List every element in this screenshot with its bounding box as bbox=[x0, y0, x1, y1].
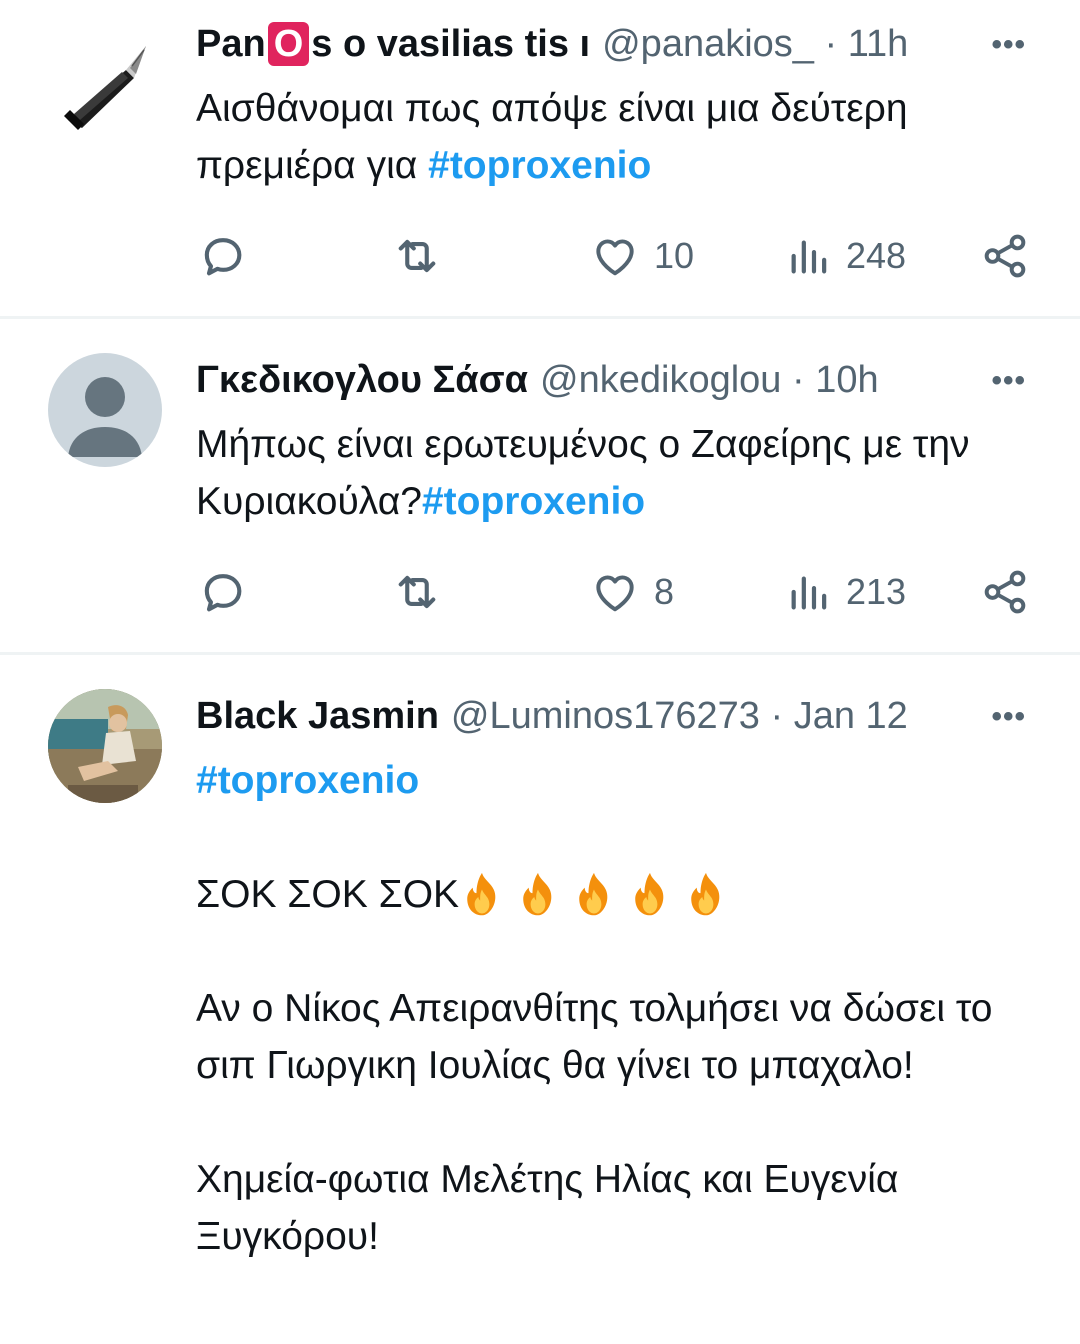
more-options-icon[interactable]: ••• bbox=[991, 28, 1026, 62]
o-badge: O bbox=[267, 22, 310, 66]
heart-icon bbox=[596, 575, 634, 612]
like-count: 10 bbox=[654, 235, 695, 276]
share-button[interactable] bbox=[980, 562, 1030, 622]
hashtag-link[interactable]: #toproxenio bbox=[428, 144, 651, 187]
reply-button[interactable] bbox=[196, 562, 262, 622]
views-button[interactable]: 248 bbox=[786, 226, 906, 286]
more-options-icon[interactable]: ••• bbox=[991, 700, 1026, 734]
default-user-icon bbox=[68, 377, 142, 457]
heart-icon bbox=[596, 239, 634, 276]
paragraph-2: Χημεία-φωτια Μελέτης Ηλίας και Ευγενία Ξ… bbox=[196, 1158, 899, 1258]
hashtag-link[interactable]: #toproxenio bbox=[422, 480, 645, 523]
shock-line: ΣΟΚ ΣΟΚ ΣΟΚ bbox=[196, 866, 1036, 923]
tweet-3[interactable]: Black Jasmin @Luminos176273 · Jan 12 •••… bbox=[0, 655, 1080, 1344]
retweet-icon bbox=[398, 575, 436, 609]
share-icon bbox=[984, 570, 1026, 614]
hashtag-link[interactable]: #toproxenio bbox=[196, 759, 419, 802]
tweet-2[interactable]: Γκεδικογλου Σάσα @nkedikoglou · 10h ••• … bbox=[0, 319, 1080, 655]
tweet-text: #toproxenio ΣΟΚ ΣΟΚ ΣΟΚ Αν ο Νίκος Απειρ… bbox=[196, 752, 1036, 1265]
avatar[interactable] bbox=[48, 28, 162, 142]
handle[interactable]: @nkedikoglou · 10h bbox=[540, 350, 879, 410]
retweet-button[interactable] bbox=[390, 226, 458, 286]
fire-emoji-icon bbox=[691, 872, 720, 915]
avatar[interactable] bbox=[48, 353, 162, 467]
handle[interactable]: @panakios_ · 11h bbox=[602, 14, 908, 74]
paragraph-1: Αν ο Νίκος Απειρανθίτης τολμήσει να δώσε… bbox=[196, 987, 993, 1087]
action-bar: 8 213 bbox=[196, 562, 1036, 622]
reply-button[interactable] bbox=[196, 226, 262, 286]
tweet-header: Γκεδικογλου Σάσα @nkedikoglou · 10h bbox=[196, 350, 1030, 410]
fire-emoji-icon bbox=[467, 872, 496, 915]
action-bar: 10 248 bbox=[196, 226, 1036, 286]
tweet-header: Pan Os o vasilias tis ı @panakios_ · 11h bbox=[196, 14, 1030, 74]
more-options-icon[interactable]: ••• bbox=[991, 364, 1026, 398]
reply-icon bbox=[204, 238, 242, 276]
views-icon bbox=[791, 240, 827, 274]
tweet-text: Αισθάνομαι πως απόψε είναι μια δεύτερη π… bbox=[196, 87, 908, 187]
share-button[interactable] bbox=[980, 226, 1030, 286]
share-icon bbox=[984, 234, 1026, 278]
views-icon bbox=[791, 576, 827, 610]
tweet-header: Black Jasmin @Luminos176273 · Jan 12 bbox=[196, 686, 1030, 746]
retweet-button[interactable] bbox=[390, 562, 458, 622]
photo-avatar-icon bbox=[48, 689, 162, 803]
tweet-1[interactable]: Pan Os o vasilias tis ı @panakios_ · 11h … bbox=[0, 0, 1080, 318]
timestamp[interactable]: · 11h bbox=[825, 23, 909, 65]
fountain-pen-icon bbox=[64, 46, 146, 130]
like-count: 8 bbox=[654, 571, 675, 612]
display-name[interactable]: Black Jasmin bbox=[196, 686, 439, 746]
views-button[interactable]: 213 bbox=[786, 562, 906, 622]
fire-emoji-icon bbox=[635, 872, 664, 915]
fire-emoji-icon bbox=[579, 872, 608, 915]
tweet-text: Μήπως είναι ερωτευμένος ο Ζαφείρης με τη… bbox=[196, 423, 970, 523]
fire-emoji-row bbox=[459, 871, 739, 919]
like-button[interactable]: 8 bbox=[590, 562, 674, 622]
display-name[interactable]: Γκεδικογλου Σάσα bbox=[196, 350, 528, 410]
like-button[interactable]: 10 bbox=[590, 226, 694, 286]
reply-icon bbox=[204, 574, 242, 612]
view-count: 213 bbox=[846, 571, 907, 612]
display-name[interactable]: Pan Os o vasilias tis ı bbox=[196, 14, 590, 74]
timestamp[interactable]: · 10h bbox=[792, 359, 879, 401]
avatar[interactable] bbox=[48, 689, 162, 803]
timestamp[interactable]: · Jan 12 bbox=[771, 695, 908, 737]
retweet-icon bbox=[398, 239, 436, 273]
view-count: 248 bbox=[846, 235, 907, 276]
fire-emoji-icon bbox=[523, 872, 552, 915]
handle[interactable]: @Luminos176273 · Jan 12 bbox=[451, 686, 908, 746]
